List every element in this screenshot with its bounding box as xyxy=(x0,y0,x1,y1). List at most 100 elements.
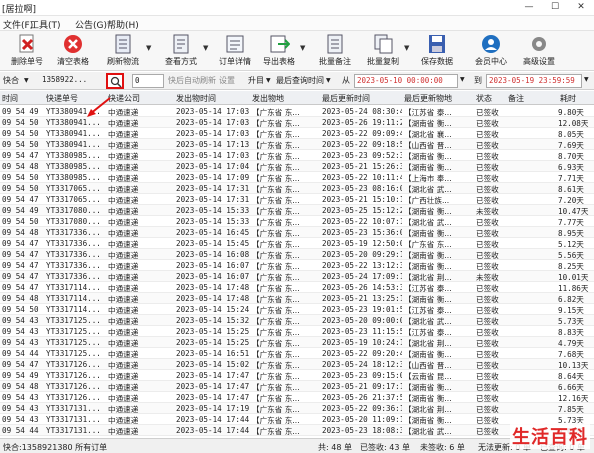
cell-ship-time: 2023-05-14 15:02:07 xyxy=(176,360,250,369)
menu-tools[interactable]: 工具(T) xyxy=(30,18,61,31)
search-button[interactable] xyxy=(106,73,124,89)
cell-time: 09 54 43 xyxy=(2,327,39,336)
clear-table-button[interactable]: 清空表格 xyxy=(50,34,96,68)
table-row[interactable]: 09 54 43 YT3317131... 中通速递 2023-05-14 17:19… xyxy=(0,403,594,415)
chevron-down-icon[interactable]: ▼ xyxy=(300,44,305,52)
query-type-select[interactable]: 最后查询时间 xyxy=(276,75,324,86)
table-row[interactable]: 09 54 50 YT3317114... 中通速递 2023-05-14 15:24… xyxy=(0,304,594,316)
table-row[interactable]: 09 54 49 YT3317126... 中通速递 2023-05-14 17:47… xyxy=(0,370,594,382)
view-mode-button[interactable]: 查看方式 xyxy=(158,34,204,68)
batch-copy-button[interactable]: 批量复制 xyxy=(360,34,406,68)
col-ship-place[interactable]: 发出物地 xyxy=(252,93,284,104)
table-row[interactable]: 09 54 44 YT3317125... 中通速递 2023-05-14 16:51… xyxy=(0,348,594,360)
cell-time: 09 54 48 xyxy=(2,382,39,391)
table-row[interactable]: 09 54 47 YT3317114... 中通速递 2023-05-14 17:48… xyxy=(0,282,594,294)
order-detail-button[interactable]: 订单详情 xyxy=(212,34,258,68)
col-duration[interactable]: 耗时 xyxy=(560,93,576,104)
table-row[interactable]: 09 54 50 YT3317065... 中通速递 2023-05-14 17:31… xyxy=(0,183,594,195)
cell-tracking-number: YT3317336... xyxy=(46,261,101,270)
chevron-down-icon[interactable]: ▼ xyxy=(584,76,589,83)
col-note[interactable]: 备注 xyxy=(508,93,524,104)
cell-ship-time: 2023-05-14 17:19:28 xyxy=(176,404,250,413)
col-tracking-number[interactable]: 快递单号 xyxy=(46,93,78,104)
search-icon xyxy=(110,76,122,88)
cell-tracking-number: YT3317126... xyxy=(46,371,101,380)
cell-tracking-number: YT3317126... xyxy=(46,393,101,402)
table-row[interactable]: 09 54 47 YT3317065... 中通速递 2023-05-14 17:31… xyxy=(0,194,594,206)
type-select[interactable]: 快合 xyxy=(3,75,19,86)
chevron-down-icon[interactable]: ▼ xyxy=(203,44,208,52)
table-row[interactable]: 09 54 43 YT3317125... 中通速递 2023-05-14 15:32… xyxy=(0,315,594,327)
table-row[interactable]: 09 54 49 YT3317080... 中通速递 2023-05-14 15:33… xyxy=(0,205,594,217)
table-row[interactable]: 09 54 47 YT3317126... 中通速递 2023-05-14 15:02… xyxy=(0,359,594,371)
table-row[interactable]: 09 54 50 YT3380941... 中通速递 2023-05-14 17:03… xyxy=(0,128,594,140)
cell-time: 09 54 49 xyxy=(2,206,39,215)
batch-note-button[interactable]: 批量备注 xyxy=(312,34,358,68)
table-row[interactable]: 09 54 43 YT3317126... 中通速递 2023-05-14 17:47… xyxy=(0,392,594,404)
advanced-settings-button[interactable]: 高级设置 xyxy=(516,34,562,68)
refresh-logistics-button[interactable]: 刷新物流 xyxy=(100,34,146,68)
cell-tracking-number: YT3317125... xyxy=(46,349,101,358)
maximize-button[interactable]: ☐ xyxy=(546,1,564,14)
cell-last-update-time: 2023-05-22 09:36:14 xyxy=(322,404,402,413)
table-row[interactable]: 09 54 50 YT3317080... 中通速递 2023-05-14 15:33… xyxy=(0,216,594,228)
table-row[interactable]: 09 54 47 YT3317336... 中通速递 2023-05-14 15:45… xyxy=(0,238,594,250)
minimize-button[interactable]: — xyxy=(520,1,538,14)
from-date-field[interactable]: 2023-05-10 00:00:00 xyxy=(354,74,458,88)
table-row[interactable]: 09 54 43 YT3317125... 中通速递 2023-05-14 15:25… xyxy=(0,326,594,338)
chevron-down-icon[interactable]: ▼ xyxy=(404,44,409,52)
cell-ship-time: 2023-05-14 17:31:17 xyxy=(176,184,250,193)
table-row[interactable]: 09 54 48 YT3380985... 中通速递 2023-05-14 17:04… xyxy=(0,161,594,173)
chevron-down-icon[interactable]: ▼ xyxy=(460,76,465,83)
cell-time: 09 54 50 xyxy=(2,184,39,193)
cell-ship-time: 2023-05-14 17:48:33 xyxy=(176,294,250,303)
close-button[interactable]: ✕ xyxy=(572,1,590,14)
to-date-field[interactable]: 2023-05-19 23:59:59 xyxy=(486,74,582,88)
cell-last-update-time: 2023-05-19 10:24:17 xyxy=(322,338,402,347)
member-center-button[interactable]: 会员中心 xyxy=(468,34,514,68)
sort-select[interactable]: 升目 xyxy=(248,75,264,86)
settings-link[interactable]: 设置 xyxy=(219,75,235,86)
chevron-down-icon[interactable]: ▼ xyxy=(326,77,331,84)
table-row[interactable]: 09 54 48 YT3317114... 中通速递 2023-05-14 17:48… xyxy=(0,293,594,305)
table-row[interactable]: 09 54 47 YT3317336... 中通速递 2023-05-14 16:08… xyxy=(0,249,594,261)
cell-tracking-number: YT3317065... xyxy=(46,195,101,204)
chevron-down-icon[interactable]: ▼ xyxy=(146,44,151,52)
count-input[interactable]: 0 xyxy=(132,74,164,88)
menu-notice[interactable]: 公告(G) xyxy=(75,18,107,31)
table-row[interactable]: 09 54 47 YT3317336... 中通速递 2023-05-14 16:07… xyxy=(0,260,594,272)
save-data-button[interactable]: 保存数据 xyxy=(414,34,460,68)
cell-time: 09 54 44 xyxy=(2,349,39,358)
cell-last-update-time: 2023-05-26 14:53:33 xyxy=(322,283,402,292)
col-last-update-place[interactable]: 最后更新物地 xyxy=(404,93,452,104)
cell-tracking-number: YT3317131... xyxy=(46,426,101,435)
col-ship-time[interactable]: 发出物时间 xyxy=(176,93,216,104)
search-input[interactable]: 1358922... xyxy=(40,74,104,88)
auto-refresh-checkbox[interactable]: 快后自动刷新 xyxy=(168,75,216,86)
save-icon xyxy=(426,34,448,54)
table-row[interactable]: 09 54 50 YT3380985... 中通速递 2023-05-14 17:09… xyxy=(0,172,594,184)
table-row[interactable]: 09 54 47 YT3380985... 中通速递 2023-05-14 17:03… xyxy=(0,150,594,162)
cell-ship-time: 2023-05-14 17:47:13 xyxy=(176,382,250,391)
col-time[interactable]: 时间 xyxy=(2,93,18,104)
table-row[interactable]: 09 54 48 YT3317126... 中通速递 2023-05-14 17:47… xyxy=(0,381,594,393)
export-table-button[interactable]: 导出表格 xyxy=(256,34,302,68)
table-row[interactable]: 09 54 43 YT3317125... 中通速递 2023-05-14 15:25… xyxy=(0,337,594,349)
table-row[interactable]: 09 54 48 YT3317336... 中通速递 2023-05-14 16:45… xyxy=(0,227,594,239)
col-last-update-time[interactable]: 最后更新时间 xyxy=(322,93,370,104)
menu-file[interactable]: 文件(F) xyxy=(3,18,33,31)
delete-number-button[interactable]: 删除单号 xyxy=(4,34,50,68)
delete-doc-icon xyxy=(16,34,38,54)
table-row[interactable]: 09 54 47 YT3317336... 中通速递 2023-05-14 16:07… xyxy=(0,271,594,283)
cell-ship-time: 2023-05-14 16:08:56 xyxy=(176,250,250,259)
table-row[interactable]: 09 54 44 YT3317131... 中通速递 2023-05-14 17:44… xyxy=(0,425,594,437)
menu-help[interactable]: 帮助(H) xyxy=(107,18,139,31)
col-status[interactable]: 状态 xyxy=(476,93,492,104)
chevron-down-icon[interactable]: ▼ xyxy=(266,77,271,84)
cell-tracking-number: YT3380941... xyxy=(46,129,101,138)
table-row[interactable]: 09 54 43 YT3317131... 中通速递 2023-05-14 17:44… xyxy=(0,414,594,426)
cell-ship-time: 2023-05-14 15:32:55 xyxy=(176,316,250,325)
chevron-down-icon[interactable]: ▼ xyxy=(24,77,29,84)
table-row[interactable]: 09 54 50 YT3380941... 中通速递 2023-05-14 17:13… xyxy=(0,139,594,151)
status-total: 共: 48 单 xyxy=(318,443,352,452)
